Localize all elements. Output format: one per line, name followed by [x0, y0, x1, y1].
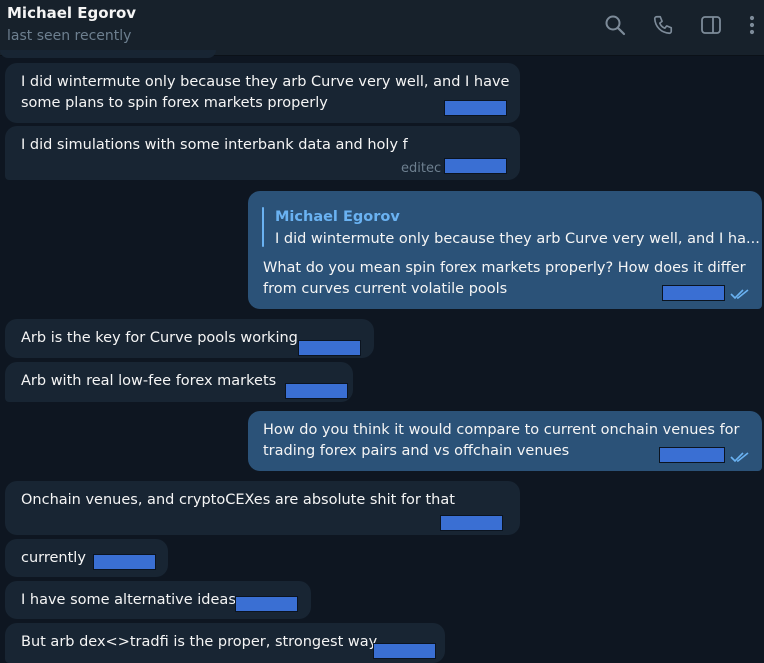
more-icon[interactable] — [737, 10, 764, 40]
message-incoming[interactable]: But arb dex<>tradfi is the proper, stron… — [5, 623, 445, 663]
message-incoming[interactable]: I did simulations with some interbank da… — [5, 126, 520, 180]
redacted-timestamp — [285, 383, 348, 399]
message-text: I did wintermute only because they arb C… — [21, 74, 510, 90]
message-list[interactable]: I did wintermute only because they arb C… — [0, 50, 764, 663]
previous-message-edge — [0, 50, 216, 58]
message-text: Onchain venues, and cryptoCEXes are abso… — [21, 492, 455, 508]
redacted-timestamp — [444, 158, 507, 174]
redacted-timestamp — [659, 447, 725, 463]
message-outgoing[interactable]: Michael Egorov I did wintermute only bec… — [248, 191, 762, 309]
message-text: I have some alternative ideas — [21, 592, 236, 608]
phone-icon[interactable] — [648, 10, 678, 40]
redacted-timestamp — [235, 596, 298, 612]
redacted-timestamp — [444, 100, 507, 116]
message-outgoing[interactable]: How do you think it would compare to cur… — [248, 411, 762, 471]
message-text: But arb dex<>tradfi is the proper, stron… — [21, 634, 378, 650]
message-text: What do you mean spin forex markets prop… — [263, 260, 746, 276]
message-text: trading forex pairs and vs offchain venu… — [263, 443, 570, 459]
message-incoming[interactable]: Onchain venues, and cryptoCEXes are abso… — [5, 481, 520, 535]
redacted-timestamp — [440, 515, 503, 531]
contact-status: last seen recently — [7, 28, 132, 44]
message-text: from curves current volatile pools — [263, 281, 508, 297]
reply-quote-bar — [262, 207, 264, 247]
read-checks-icon — [730, 452, 749, 463]
edited-label: editec — [401, 161, 442, 176]
reply-author[interactable]: Michael Egorov — [275, 207, 400, 228]
message-text: I did simulations with some interbank da… — [21, 137, 408, 153]
message-incoming[interactable]: currently — [5, 539, 168, 577]
message-text: Arb with real low-fee forex markets — [21, 373, 277, 389]
message-incoming[interactable]: Arb with real low-fee forex markets — [5, 362, 353, 402]
read-checks-icon — [730, 289, 749, 300]
redacted-timestamp — [93, 554, 156, 570]
search-icon[interactable] — [600, 10, 630, 40]
message-text: some plans to spin forex markets properl… — [21, 95, 328, 111]
redacted-timestamp — [298, 340, 361, 356]
sidebar-icon[interactable] — [696, 10, 726, 40]
reply-preview[interactable]: I did wintermute only because they arb C… — [275, 229, 760, 250]
message-text: How do you think it would compare to cur… — [263, 422, 740, 438]
message-text: Arb is the key for Curve pools working — [21, 330, 298, 346]
contact-name[interactable]: Michael Egorov — [7, 4, 136, 22]
chat-header: Michael Egorov last seen recently — [0, 0, 764, 56]
message-incoming[interactable]: Arb is the key for Curve pools working — [5, 319, 374, 358]
message-incoming[interactable]: I did wintermute only because they arb C… — [5, 63, 520, 123]
message-incoming[interactable]: I have some alternative ideas — [5, 581, 311, 619]
redacted-timestamp — [373, 643, 436, 659]
redacted-timestamp — [662, 285, 725, 301]
message-text: currently — [21, 550, 86, 566]
